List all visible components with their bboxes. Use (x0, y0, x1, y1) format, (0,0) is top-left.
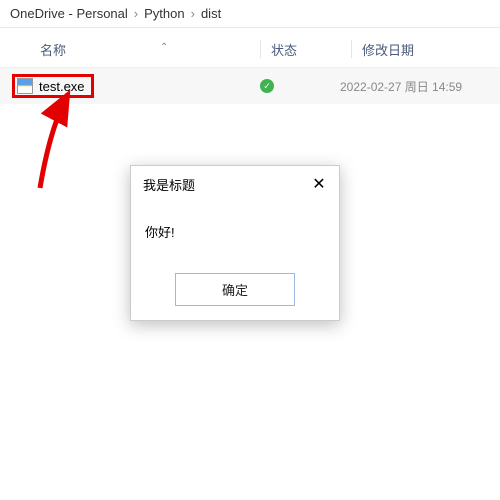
dialog-footer: 确定 (131, 265, 339, 320)
chevron-right-icon: › (134, 6, 138, 21)
chevron-right-icon: › (191, 6, 195, 21)
modified-date: 2022-02-27 周日 14:59 (340, 78, 490, 95)
table-row[interactable]: test.exe ✓ 2022-02-27 周日 14:59 (0, 68, 500, 104)
column-headers: 名称 ⌃ 状态 修改日期 (0, 28, 500, 68)
synced-icon: ✓ (260, 79, 274, 93)
breadcrumb-part-3[interactable]: dist (201, 6, 221, 21)
annotation-arrow (30, 88, 130, 198)
breadcrumb-part-1[interactable]: OneDrive - Personal (10, 6, 128, 21)
column-header-status[interactable]: 状态 (271, 40, 351, 59)
sort-ascending-icon: ⌃ (160, 42, 168, 53)
file-cell: test.exe (10, 74, 260, 98)
annotation-highlight: test.exe (12, 74, 94, 98)
message-dialog: 我是标题 ✕ 你好! 确定 (130, 165, 340, 321)
dialog-title: 我是标题 (143, 175, 195, 194)
file-name: test.exe (39, 79, 85, 94)
column-header-name-label: 名称 (40, 43, 66, 58)
divider (260, 40, 261, 58)
exe-file-icon (17, 78, 33, 94)
dialog-titlebar[interactable]: 我是标题 ✕ (131, 166, 339, 200)
close-icon[interactable]: ✕ (309, 174, 329, 194)
status-cell: ✓ (260, 79, 340, 93)
breadcrumb-part-2[interactable]: Python (144, 6, 184, 21)
divider (351, 40, 352, 58)
ok-button[interactable]: 确定 (175, 273, 295, 306)
breadcrumb: OneDrive - Personal › Python › dist (0, 0, 500, 28)
dialog-message: 你好! (131, 200, 339, 265)
column-header-name[interactable]: 名称 ⌃ (10, 40, 260, 59)
column-header-modified[interactable]: 修改日期 (362, 40, 490, 59)
